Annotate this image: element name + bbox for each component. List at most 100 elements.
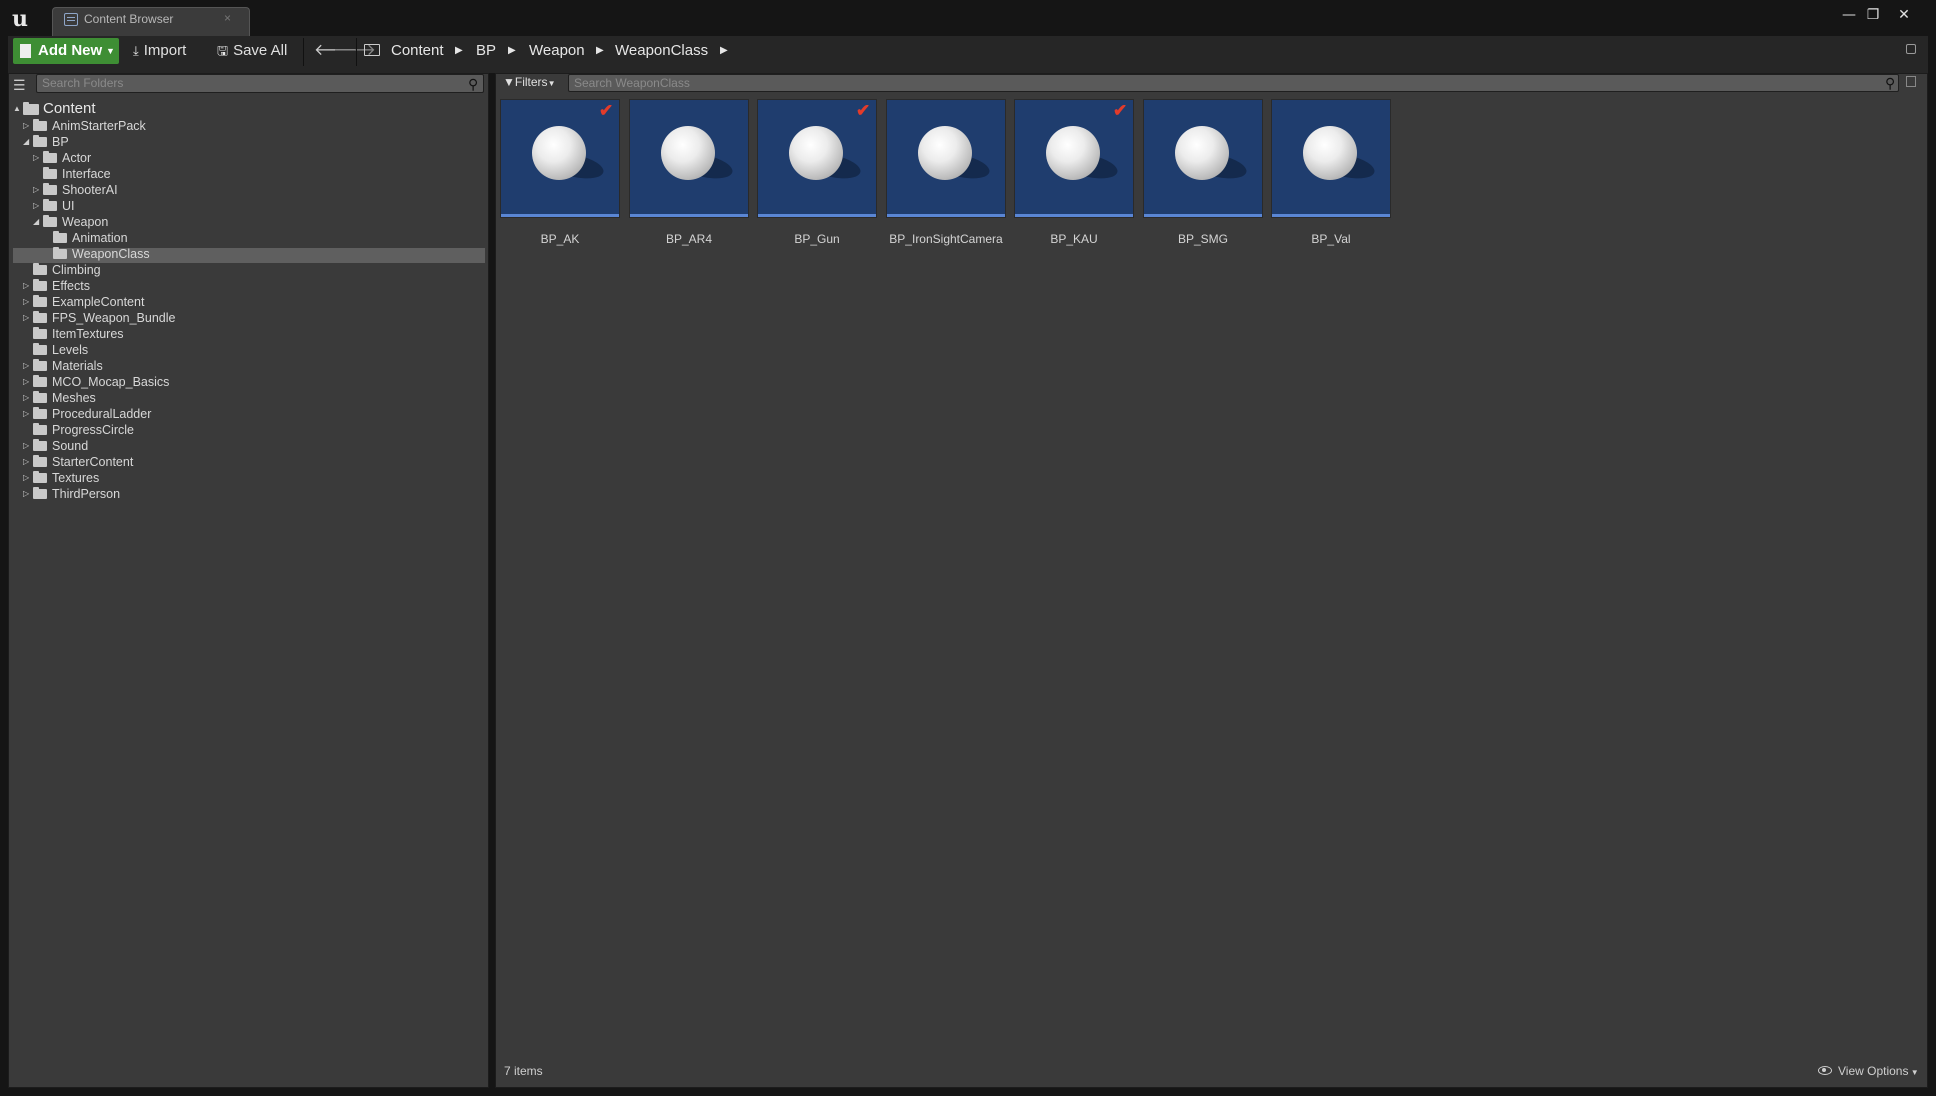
tree-item-label: Actor xyxy=(62,151,92,165)
minimize-icon[interactable]: — xyxy=(1838,6,1860,24)
tree-item[interactable]: ▷ Actor xyxy=(33,150,480,166)
tree-item[interactable]: ▷ ThirdPerson xyxy=(23,486,480,502)
tree-item[interactable]: ▷ AnimStarterPack xyxy=(23,118,480,134)
asset-type-color-bar xyxy=(501,214,619,217)
tree-item[interactable]: ◢ BP xyxy=(23,134,480,150)
tree-item[interactable]: ▷ Meshes xyxy=(23,390,480,406)
tree-item-label: WeaponClass xyxy=(72,247,150,261)
asset-search-input[interactable]: Search WeaponClass xyxy=(568,74,1899,92)
folder-icon xyxy=(33,455,47,467)
chevron-down-icon: ▼ xyxy=(106,46,115,56)
tree-item[interactable]: ▲ Content xyxy=(13,101,480,117)
expand-arrow-icon[interactable]: ▷ xyxy=(23,454,33,470)
save-all-button[interactable]: 🖫 Save All xyxy=(217,38,287,64)
tree-item[interactable]: ▷ ShooterAI xyxy=(33,182,480,198)
expand-arrow-icon[interactable]: ◢ xyxy=(23,134,33,150)
search-icon[interactable]: ⚲ xyxy=(468,76,478,93)
expand-arrow-icon[interactable]: ▷ xyxy=(23,406,33,422)
lock-icon[interactable] xyxy=(1906,44,1916,54)
folder-icon xyxy=(33,487,47,499)
search-icon[interactable]: ⚲ xyxy=(1885,75,1895,92)
folder-icon xyxy=(23,102,39,115)
tree-item[interactable]: ItemTextures xyxy=(23,326,480,342)
tree-item-label: StarterContent xyxy=(52,455,134,469)
tree-item[interactable]: Interface xyxy=(33,166,480,182)
restore-icon[interactable]: ❐ xyxy=(1862,6,1884,24)
expand-arrow-icon[interactable]: ▲ xyxy=(13,101,23,117)
folder-icon xyxy=(53,247,67,259)
tab-close-icon[interactable]: × xyxy=(224,11,231,25)
tree-item[interactable]: ▷ Materials xyxy=(23,358,480,374)
expand-arrow-icon[interactable]: ▷ xyxy=(23,438,33,454)
tree-item[interactable]: ▷ ProceduralLadder xyxy=(23,406,480,422)
tree-item[interactable]: ▷ Effects xyxy=(23,278,480,294)
blueprint-sphere-thumbnail xyxy=(918,126,972,180)
save-search-icon[interactable] xyxy=(1906,76,1916,87)
breadcrumb-arrow-icon[interactable]: ▶ xyxy=(720,38,728,64)
expand-arrow-icon[interactable]: ▷ xyxy=(33,182,43,198)
asset-tile[interactable] xyxy=(629,99,749,218)
filters-button[interactable]: ▼Filters▼ xyxy=(503,74,555,92)
tree-item[interactable]: Levels xyxy=(23,342,480,358)
breadcrumb-arrow-icon[interactable]: ▶ xyxy=(596,38,604,64)
breadcrumb-content[interactable]: Content xyxy=(391,38,444,64)
expand-arrow-icon[interactable]: ▷ xyxy=(23,294,33,310)
tree-item[interactable]: Climbing xyxy=(23,262,480,278)
sources-toggle-icon[interactable]: ☰ xyxy=(13,77,33,93)
folder-open-icon[interactable] xyxy=(364,44,380,56)
tree-item[interactable]: ▷ ExampleContent xyxy=(23,294,480,310)
breadcrumb-bp[interactable]: BP xyxy=(476,38,496,64)
breadcrumb-arrow-icon[interactable]: ▶ xyxy=(508,38,516,64)
expand-arrow-icon[interactable]: ▷ xyxy=(23,278,33,294)
new-file-icon xyxy=(20,44,31,58)
tree-item-label: ThirdPerson xyxy=(52,487,121,501)
tree-item[interactable]: ▷ Textures xyxy=(23,470,480,486)
expand-arrow-icon[interactable]: ▷ xyxy=(23,470,33,486)
import-button[interactable]: ⤓ Import xyxy=(133,38,186,64)
checkout-check-icon: ✔ xyxy=(599,101,614,120)
tree-item[interactable]: ▷ StarterContent xyxy=(23,454,480,470)
tree-item-label: Climbing xyxy=(52,263,101,277)
breadcrumb-arrow-icon[interactable]: ▶ xyxy=(455,38,463,64)
expand-arrow-icon[interactable]: ▷ xyxy=(23,390,33,406)
expand-arrow-icon[interactable]: ▷ xyxy=(23,358,33,374)
expand-arrow-icon[interactable]: ▷ xyxy=(23,486,33,502)
asset-type-color-bar xyxy=(1015,214,1133,217)
tree-item[interactable]: ▷ FPS_Weapon_Bundle xyxy=(23,310,480,326)
expand-arrow-icon[interactable]: ▷ xyxy=(23,374,33,390)
view-options-button[interactable]: View Options ▼ xyxy=(1838,1064,1919,1078)
folder-icon xyxy=(33,119,47,131)
asset-name-label: BP_Gun xyxy=(794,232,840,246)
asset-tile[interactable] xyxy=(1271,99,1391,218)
asset-tile[interactable] xyxy=(1143,99,1263,218)
tree-item[interactable]: ▷ MCO_Mocap_Basics xyxy=(23,374,480,390)
asset-type-color-bar xyxy=(630,214,748,217)
tree-item[interactable]: ProgressCircle xyxy=(23,422,480,438)
expand-arrow-icon[interactable]: ▷ xyxy=(33,198,43,214)
tree-item[interactable]: Animation xyxy=(43,230,480,246)
expand-arrow-icon[interactable]: ▷ xyxy=(33,150,43,166)
add-new-button[interactable]: Add New ▼ xyxy=(13,38,119,64)
eye-icon[interactable] xyxy=(1818,1066,1832,1075)
breadcrumb-weapon[interactable]: Weapon xyxy=(529,38,585,64)
expand-arrow-icon[interactable]: ▷ xyxy=(23,118,33,134)
expand-arrow-icon[interactable]: ▷ xyxy=(23,310,33,326)
tree-item[interactable]: WeaponClass xyxy=(43,246,480,262)
tree-item-label: ExampleContent xyxy=(52,295,145,309)
breadcrumb-weaponclass[interactable]: WeaponClass xyxy=(615,38,708,64)
expand-arrow-icon[interactable]: ◢ xyxy=(33,214,43,230)
tree-item[interactable]: ▷ Sound xyxy=(23,438,480,454)
title-bar xyxy=(0,0,1936,36)
asset-tile[interactable]: ✔ xyxy=(500,99,620,218)
asset-tile[interactable] xyxy=(886,99,1006,218)
asset-tile[interactable]: ✔ xyxy=(757,99,877,218)
tree-item[interactable]: ▷ UI xyxy=(33,198,480,214)
close-icon[interactable]: ✕ xyxy=(1893,6,1915,24)
folder-icon xyxy=(43,215,57,227)
tree-item[interactable]: ◢ Weapon xyxy=(33,214,480,230)
folder-search-input[interactable]: Search Folders xyxy=(36,74,484,93)
toolbar-divider xyxy=(303,38,304,66)
folder-icon xyxy=(33,423,47,435)
asset-tile[interactable]: ✔ xyxy=(1014,99,1134,218)
tree-item-label: Textures xyxy=(52,471,100,485)
